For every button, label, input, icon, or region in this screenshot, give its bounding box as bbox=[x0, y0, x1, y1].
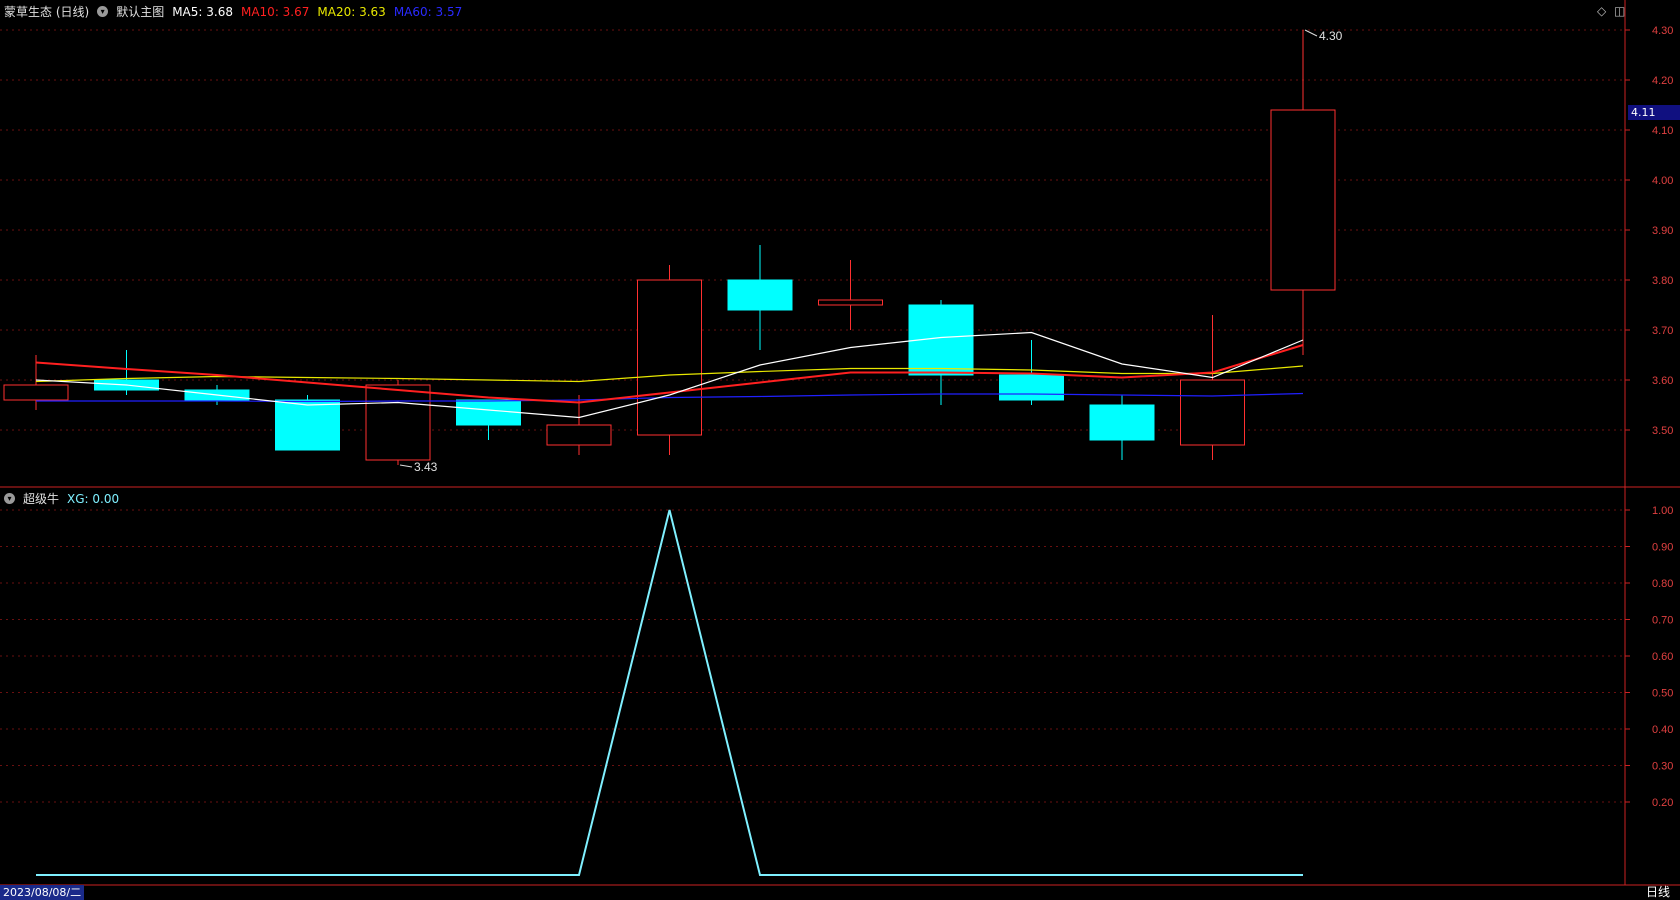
y-tick-label: 3.50 bbox=[1652, 425, 1673, 437]
ma60-legend: MA60: 3.57 bbox=[393, 4, 463, 19]
stock-title[interactable]: 蒙草生态 (日线) bbox=[4, 3, 89, 20]
candle bbox=[94, 350, 159, 395]
indicator-y-tick-label: 0.90 bbox=[1652, 542, 1673, 554]
y-tick-label: 3.60 bbox=[1652, 375, 1673, 387]
y-tick-label: 4.30 bbox=[1652, 25, 1673, 37]
candle-body bbox=[1089, 404, 1155, 441]
y-tick-label: 3.90 bbox=[1652, 225, 1673, 237]
price-annotation: 4.30 bbox=[1304, 29, 1343, 43]
main-chart-header: 蒙草生态 (日线) ▾ 默认主图 MA5: 3.68 MA10: 3.67 MA… bbox=[4, 3, 470, 20]
candle bbox=[1180, 315, 1245, 460]
indicator-y-tick-label: 0.60 bbox=[1652, 651, 1673, 663]
candle bbox=[1270, 30, 1336, 355]
candle-body bbox=[456, 399, 521, 426]
candle bbox=[546, 395, 612, 455]
xg-value: XG: 0.00 bbox=[67, 491, 120, 506]
ma10-legend: MA10: 3.67 bbox=[240, 4, 310, 19]
indicator-y-tick-label: 0.40 bbox=[1652, 724, 1673, 736]
y-tick-label: 3.70 bbox=[1652, 325, 1673, 337]
indicator-y-tick-label: 0.70 bbox=[1652, 615, 1673, 627]
ma20-legend: MA20: 3.63 bbox=[317, 4, 386, 19]
indicator-y-tick-label: 1.00 bbox=[1652, 505, 1673, 517]
candle-body bbox=[818, 299, 883, 306]
y-tick-label: 4.00 bbox=[1652, 175, 1673, 187]
diamond-icon[interactable]: ◇ bbox=[1597, 4, 1606, 18]
candle-body bbox=[546, 424, 612, 446]
candle bbox=[727, 245, 793, 350]
chevron-down-icon[interactable]: ▾ bbox=[4, 493, 15, 504]
candle-body bbox=[727, 279, 793, 311]
indicator-y-tick-label: 0.20 bbox=[1652, 797, 1673, 809]
panel-toggle-icon[interactable]: ◫ bbox=[1614, 4, 1625, 18]
indicator-header: ▾ 超级牛 XG: 0.00 bbox=[4, 490, 127, 507]
xg-line bbox=[36, 509, 1303, 876]
indicator-name[interactable]: 超级牛 bbox=[23, 490, 59, 507]
price-annotation: 3.43 bbox=[399, 460, 438, 474]
annotation-arrow bbox=[1304, 29, 1318, 37]
current-price-tag: 4.11 bbox=[1628, 105, 1680, 120]
candle-body bbox=[365, 384, 431, 461]
candle-body bbox=[637, 279, 702, 436]
y-tick-label: 4.20 bbox=[1652, 75, 1673, 87]
indicator-y-tick-label: 0.30 bbox=[1652, 761, 1673, 773]
candle bbox=[818, 260, 883, 330]
annotation-label: 3.43 bbox=[414, 460, 438, 474]
main-chart-label[interactable]: 默认主图 bbox=[116, 3, 164, 20]
candle bbox=[908, 300, 974, 405]
candle bbox=[1089, 395, 1155, 460]
candle-body bbox=[1270, 109, 1336, 291]
candle bbox=[637, 265, 702, 455]
candle-body bbox=[275, 399, 340, 451]
candle-body bbox=[1180, 379, 1245, 446]
annotation-arrow bbox=[399, 464, 413, 468]
y-tick-label: 4.10 bbox=[1652, 125, 1673, 137]
stock-chart-canvas[interactable]: 4.30 4.20 4.10 4.00 3.90 3.80 3.70 3.60 3.50 1.00… bbox=[0, 0, 1680, 900]
indicator-y-tick-label: 0.50 bbox=[1652, 688, 1673, 700]
date-label: 2023/08/08/二 bbox=[0, 885, 85, 900]
candle-body bbox=[999, 374, 1064, 401]
ma5-legend: MA5: 3.68 bbox=[172, 4, 233, 19]
period-label[interactable]: 日线 bbox=[1646, 885, 1670, 900]
y-tick-label: 3.80 bbox=[1652, 275, 1673, 287]
candle-body bbox=[3, 384, 69, 401]
chevron-down-icon[interactable]: ▾ bbox=[97, 6, 109, 17]
annotation-label: 4.30 bbox=[1319, 29, 1343, 43]
indicator-y-tick-label: 0.80 bbox=[1652, 578, 1673, 590]
candle bbox=[456, 399, 521, 440]
candle bbox=[275, 395, 340, 451]
